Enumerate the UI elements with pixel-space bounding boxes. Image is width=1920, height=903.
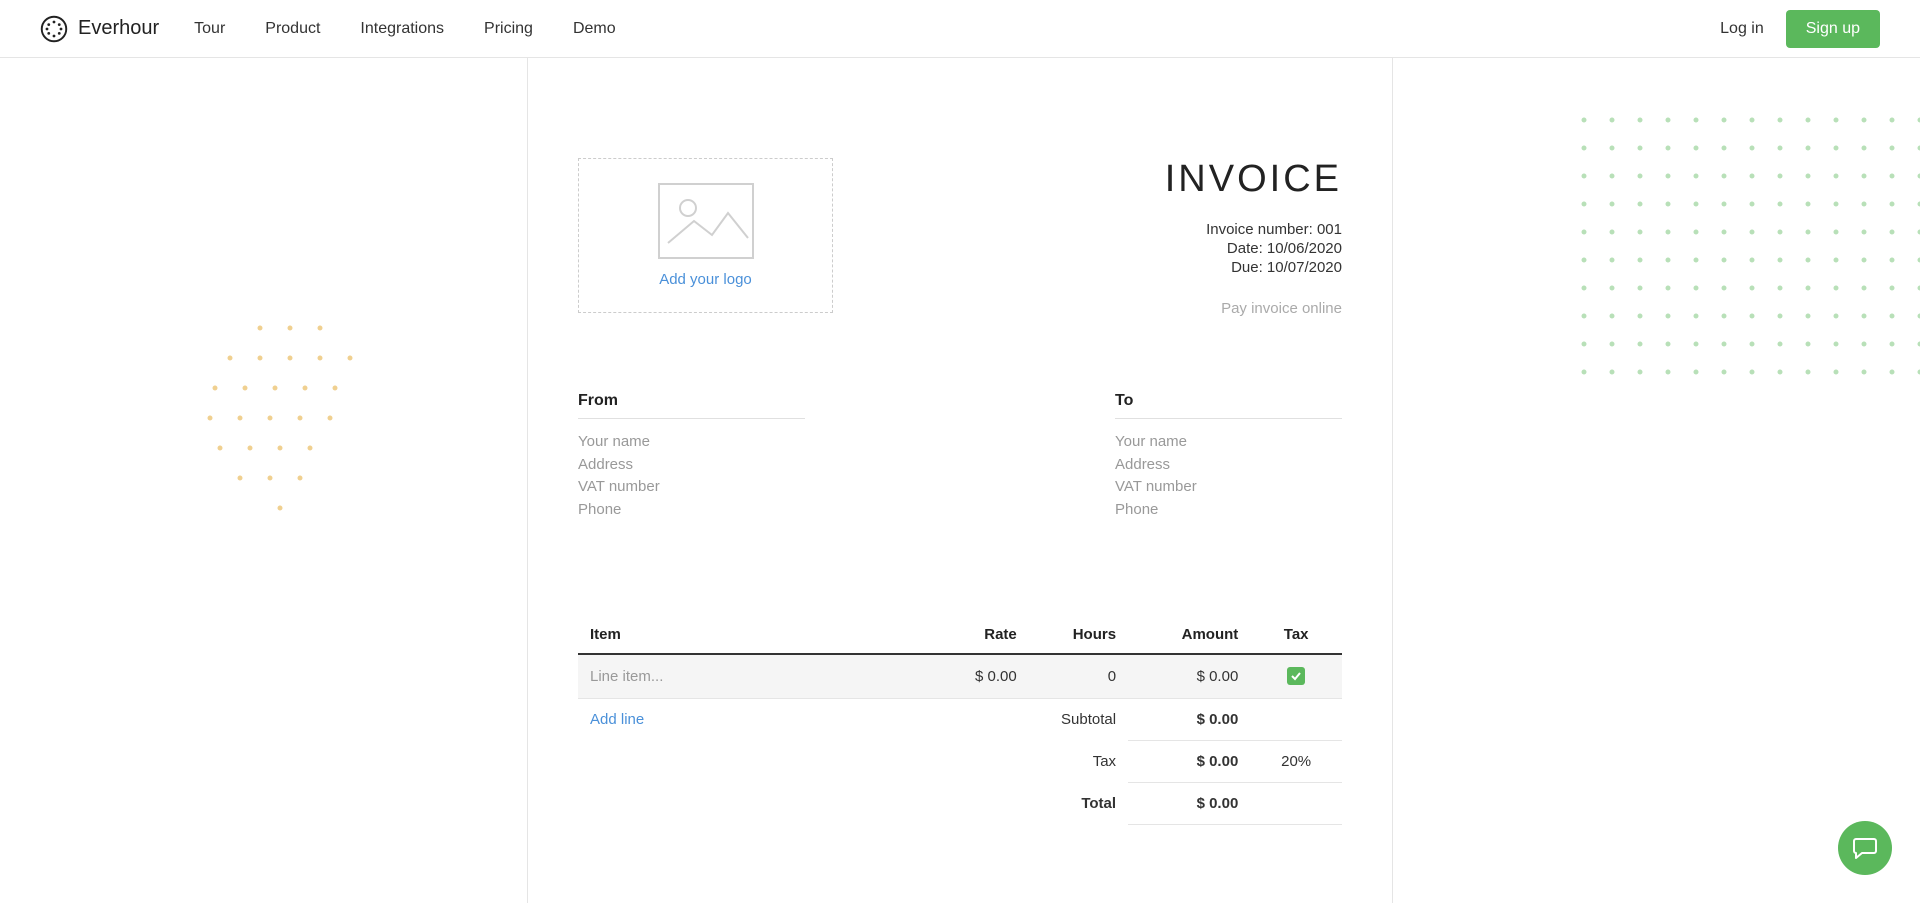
- tax-row: Tax $ 0.00 20%: [578, 741, 1342, 783]
- tax-checkbox[interactable]: [1287, 667, 1305, 685]
- from-heading: From: [578, 392, 805, 419]
- main-header: Everhour Tour Product Integrations Prici…: [0, 0, 1920, 58]
- signup-button[interactable]: Sign up: [1786, 10, 1880, 48]
- brand-name: Everhour: [78, 17, 159, 40]
- to-address-field[interactable]: Address: [1115, 454, 1342, 477]
- invoice-date-value: 10/06/2020: [1267, 240, 1342, 257]
- nav-integrations[interactable]: Integrations: [360, 20, 444, 38]
- chat-icon: [1852, 835, 1878, 861]
- tax-value: $ 0.00: [1128, 741, 1250, 783]
- pay-online-link[interactable]: Pay invoice online: [1165, 300, 1342, 317]
- header-actions: Log in Sign up: [1720, 10, 1880, 48]
- total-label: Total: [1029, 783, 1128, 825]
- line-rate-input[interactable]: $ 0.00: [929, 654, 1028, 699]
- decorative-dots-left: [170, 298, 370, 548]
- invoice-due-value: 10/07/2020: [1267, 259, 1342, 276]
- invoice-number-label: Invoice number:: [1206, 221, 1317, 238]
- check-icon: [1290, 670, 1302, 682]
- invoice-date-label: Date:: [1227, 240, 1267, 257]
- invoice-number-line[interactable]: Invoice number: 001: [1165, 221, 1342, 238]
- to-name-field[interactable]: Your name: [1115, 431, 1342, 454]
- invoice-number-value: 001: [1317, 221, 1342, 238]
- add-logo-link: Add your logo: [659, 271, 752, 288]
- nav-pricing[interactable]: Pricing: [484, 20, 533, 38]
- help-chat-button[interactable]: [1838, 821, 1892, 875]
- line-tax-cell: [1250, 654, 1342, 699]
- col-amount: Amount: [1128, 616, 1250, 654]
- line-items-table: Item Rate Hours Amount Tax Line item... …: [578, 616, 1342, 825]
- line-amount-value: $ 0.00: [1128, 654, 1250, 699]
- line-item-input[interactable]: Line item...: [578, 654, 929, 699]
- from-vat-field[interactable]: VAT number: [578, 476, 805, 499]
- invoice-date-line[interactable]: Date: 10/06/2020: [1165, 240, 1342, 257]
- line-item-row: Line item... $ 0.00 0 $ 0.00: [578, 654, 1342, 699]
- line-hours-input[interactable]: 0: [1029, 654, 1128, 699]
- nav-demo[interactable]: Demo: [573, 20, 616, 38]
- subtotal-value: $ 0.00: [1128, 699, 1250, 741]
- invoice-sheet: Add your logo INVOICE Invoice number: 00…: [527, 58, 1393, 903]
- from-name-field[interactable]: Your name: [578, 431, 805, 454]
- logo-upload-dropzone[interactable]: Add your logo: [578, 158, 833, 313]
- invoice-title: INVOICE: [1165, 158, 1342, 201]
- to-heading: To: [1115, 392, 1342, 419]
- to-vat-field[interactable]: VAT number: [1115, 476, 1342, 499]
- to-block: To Your name Address VAT number Phone: [1115, 392, 1342, 521]
- tax-label: Tax: [1029, 741, 1128, 783]
- to-phone-field[interactable]: Phone: [1115, 499, 1342, 522]
- col-tax: Tax: [1250, 616, 1342, 654]
- col-hours: Hours: [1029, 616, 1128, 654]
- brand-logo[interactable]: Everhour: [40, 15, 159, 43]
- add-and-subtotal-row: Add line Subtotal $ 0.00: [578, 699, 1342, 741]
- image-placeholder-icon: [658, 183, 754, 259]
- from-phone-field[interactable]: Phone: [578, 499, 805, 522]
- tax-percent[interactable]: 20%: [1250, 741, 1342, 783]
- total-row: Total $ 0.00: [578, 783, 1342, 825]
- invoice-due-line[interactable]: Due: 10/07/2020: [1165, 259, 1342, 276]
- everhour-logo-icon: [40, 15, 68, 43]
- decorative-dots-right: [1580, 116, 1920, 396]
- col-rate: Rate: [929, 616, 1028, 654]
- from-block: From Your name Address VAT number Phone: [578, 392, 805, 521]
- add-line-link[interactable]: Add line: [590, 711, 644, 728]
- col-item: Item: [578, 616, 929, 654]
- subtotal-label: Subtotal: [1029, 699, 1128, 741]
- nav-product[interactable]: Product: [265, 20, 320, 38]
- invoice-meta: INVOICE Invoice number: 001 Date: 10/06/…: [1165, 158, 1342, 317]
- main-nav: Tour Product Integrations Pricing Demo: [194, 20, 615, 38]
- login-link[interactable]: Log in: [1720, 20, 1764, 38]
- invoice-due-label: Due:: [1231, 259, 1267, 276]
- total-value: $ 0.00: [1128, 783, 1250, 825]
- from-address-field[interactable]: Address: [578, 454, 805, 477]
- nav-tour[interactable]: Tour: [194, 20, 225, 38]
